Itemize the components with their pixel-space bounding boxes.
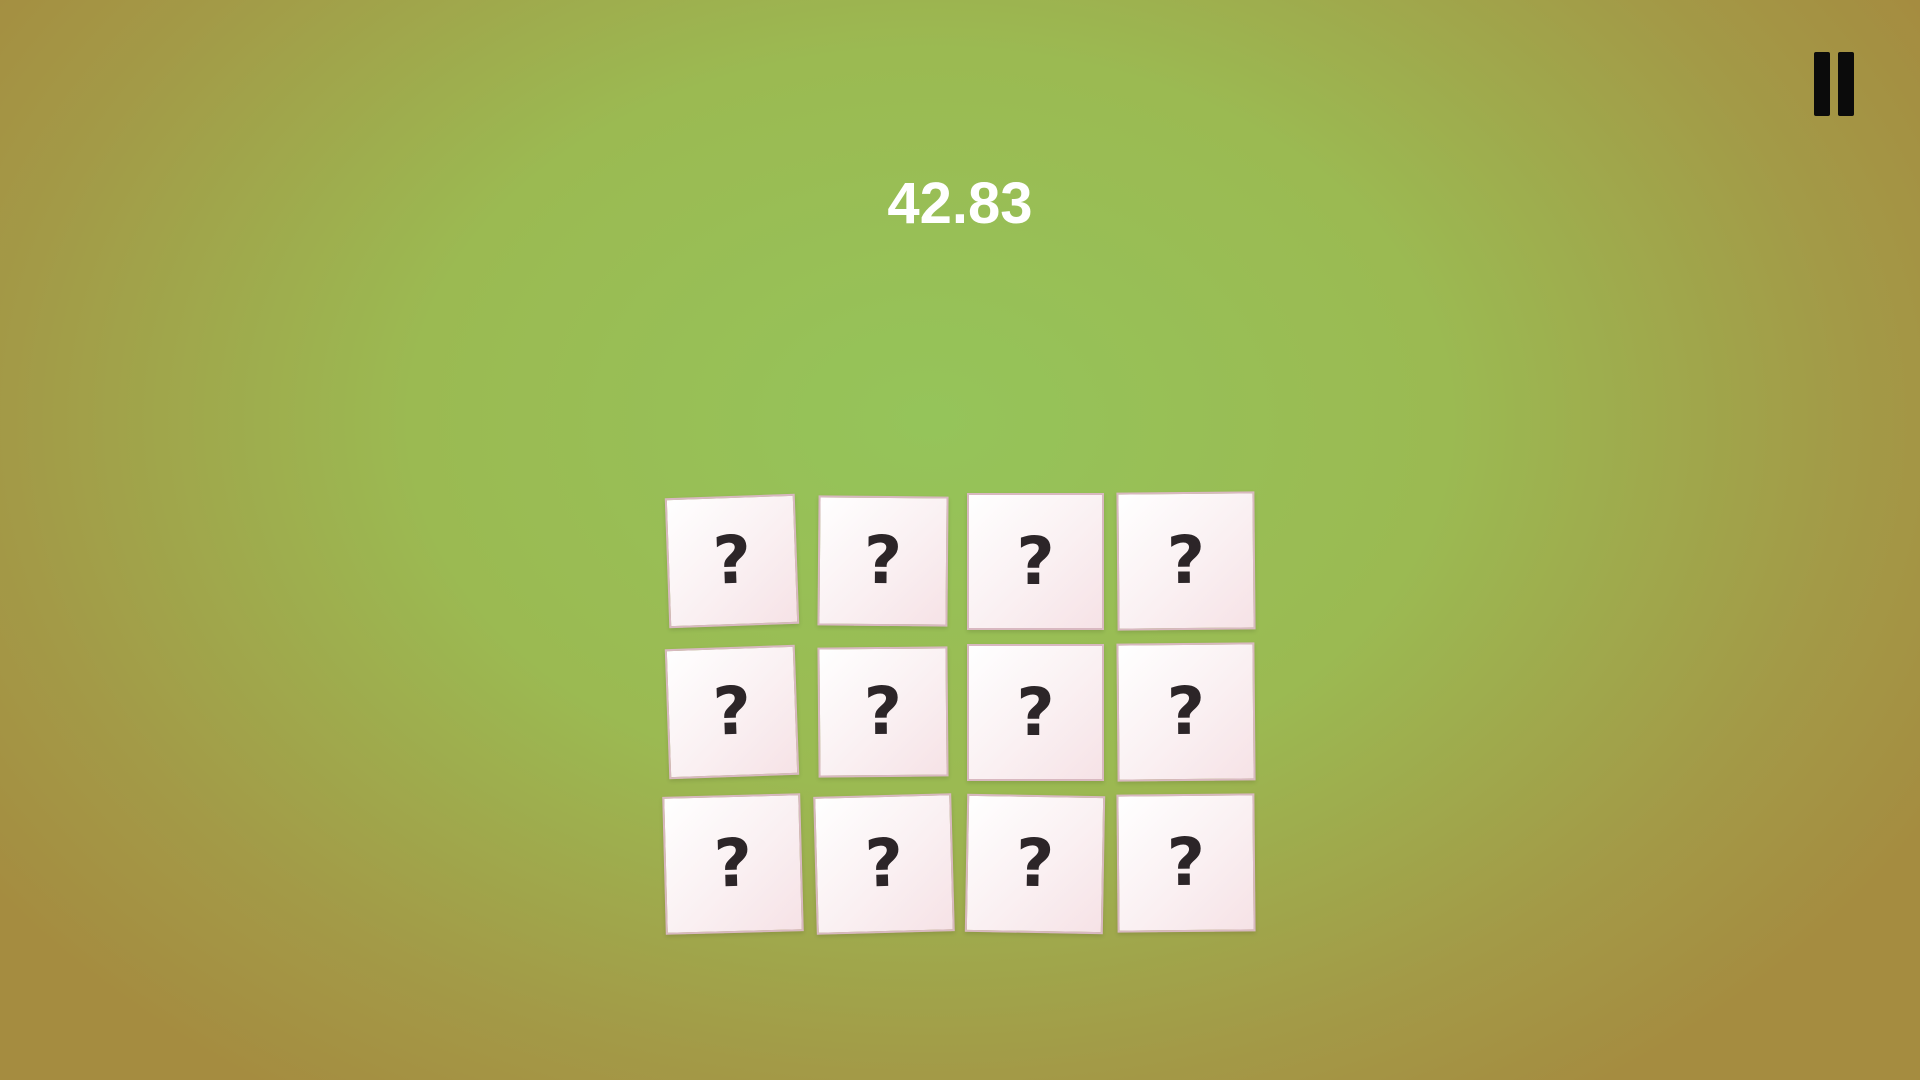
memory-card[interactable]: ? [1116, 491, 1256, 631]
card-question-mark: ? [1166, 672, 1206, 751]
card-question-mark: ? [1016, 673, 1055, 751]
memory-card[interactable]: ? [664, 644, 800, 780]
memory-card[interactable]: ? [967, 493, 1104, 630]
memory-card[interactable]: ? [817, 646, 949, 778]
card-question-mark: ? [711, 521, 753, 600]
memory-card[interactable]: ? [964, 793, 1106, 935]
card-question-mark: ? [863, 521, 903, 600]
card-question-mark: ? [711, 672, 753, 751]
card-question-mark: ? [863, 824, 905, 903]
memory-card[interactable]: ? [664, 493, 800, 629]
memory-card[interactable]: ? [1116, 793, 1256, 933]
card-question-mark: ? [712, 824, 754, 903]
card-question-mark: ? [1015, 824, 1055, 903]
card-grid: ? ? ? ? ? ? ? ? ? ? ? ? [0, 0, 1920, 1080]
memory-card[interactable]: ? [1116, 642, 1256, 782]
memory-card[interactable]: ? [967, 644, 1104, 781]
card-question-mark: ? [863, 672, 903, 751]
memory-card[interactable]: ? [662, 793, 804, 935]
card-question-mark: ? [1166, 521, 1206, 600]
memory-card[interactable]: ? [813, 793, 955, 935]
card-question-mark: ? [1016, 522, 1055, 600]
memory-card[interactable]: ? [817, 495, 949, 627]
card-question-mark: ? [1166, 823, 1206, 902]
